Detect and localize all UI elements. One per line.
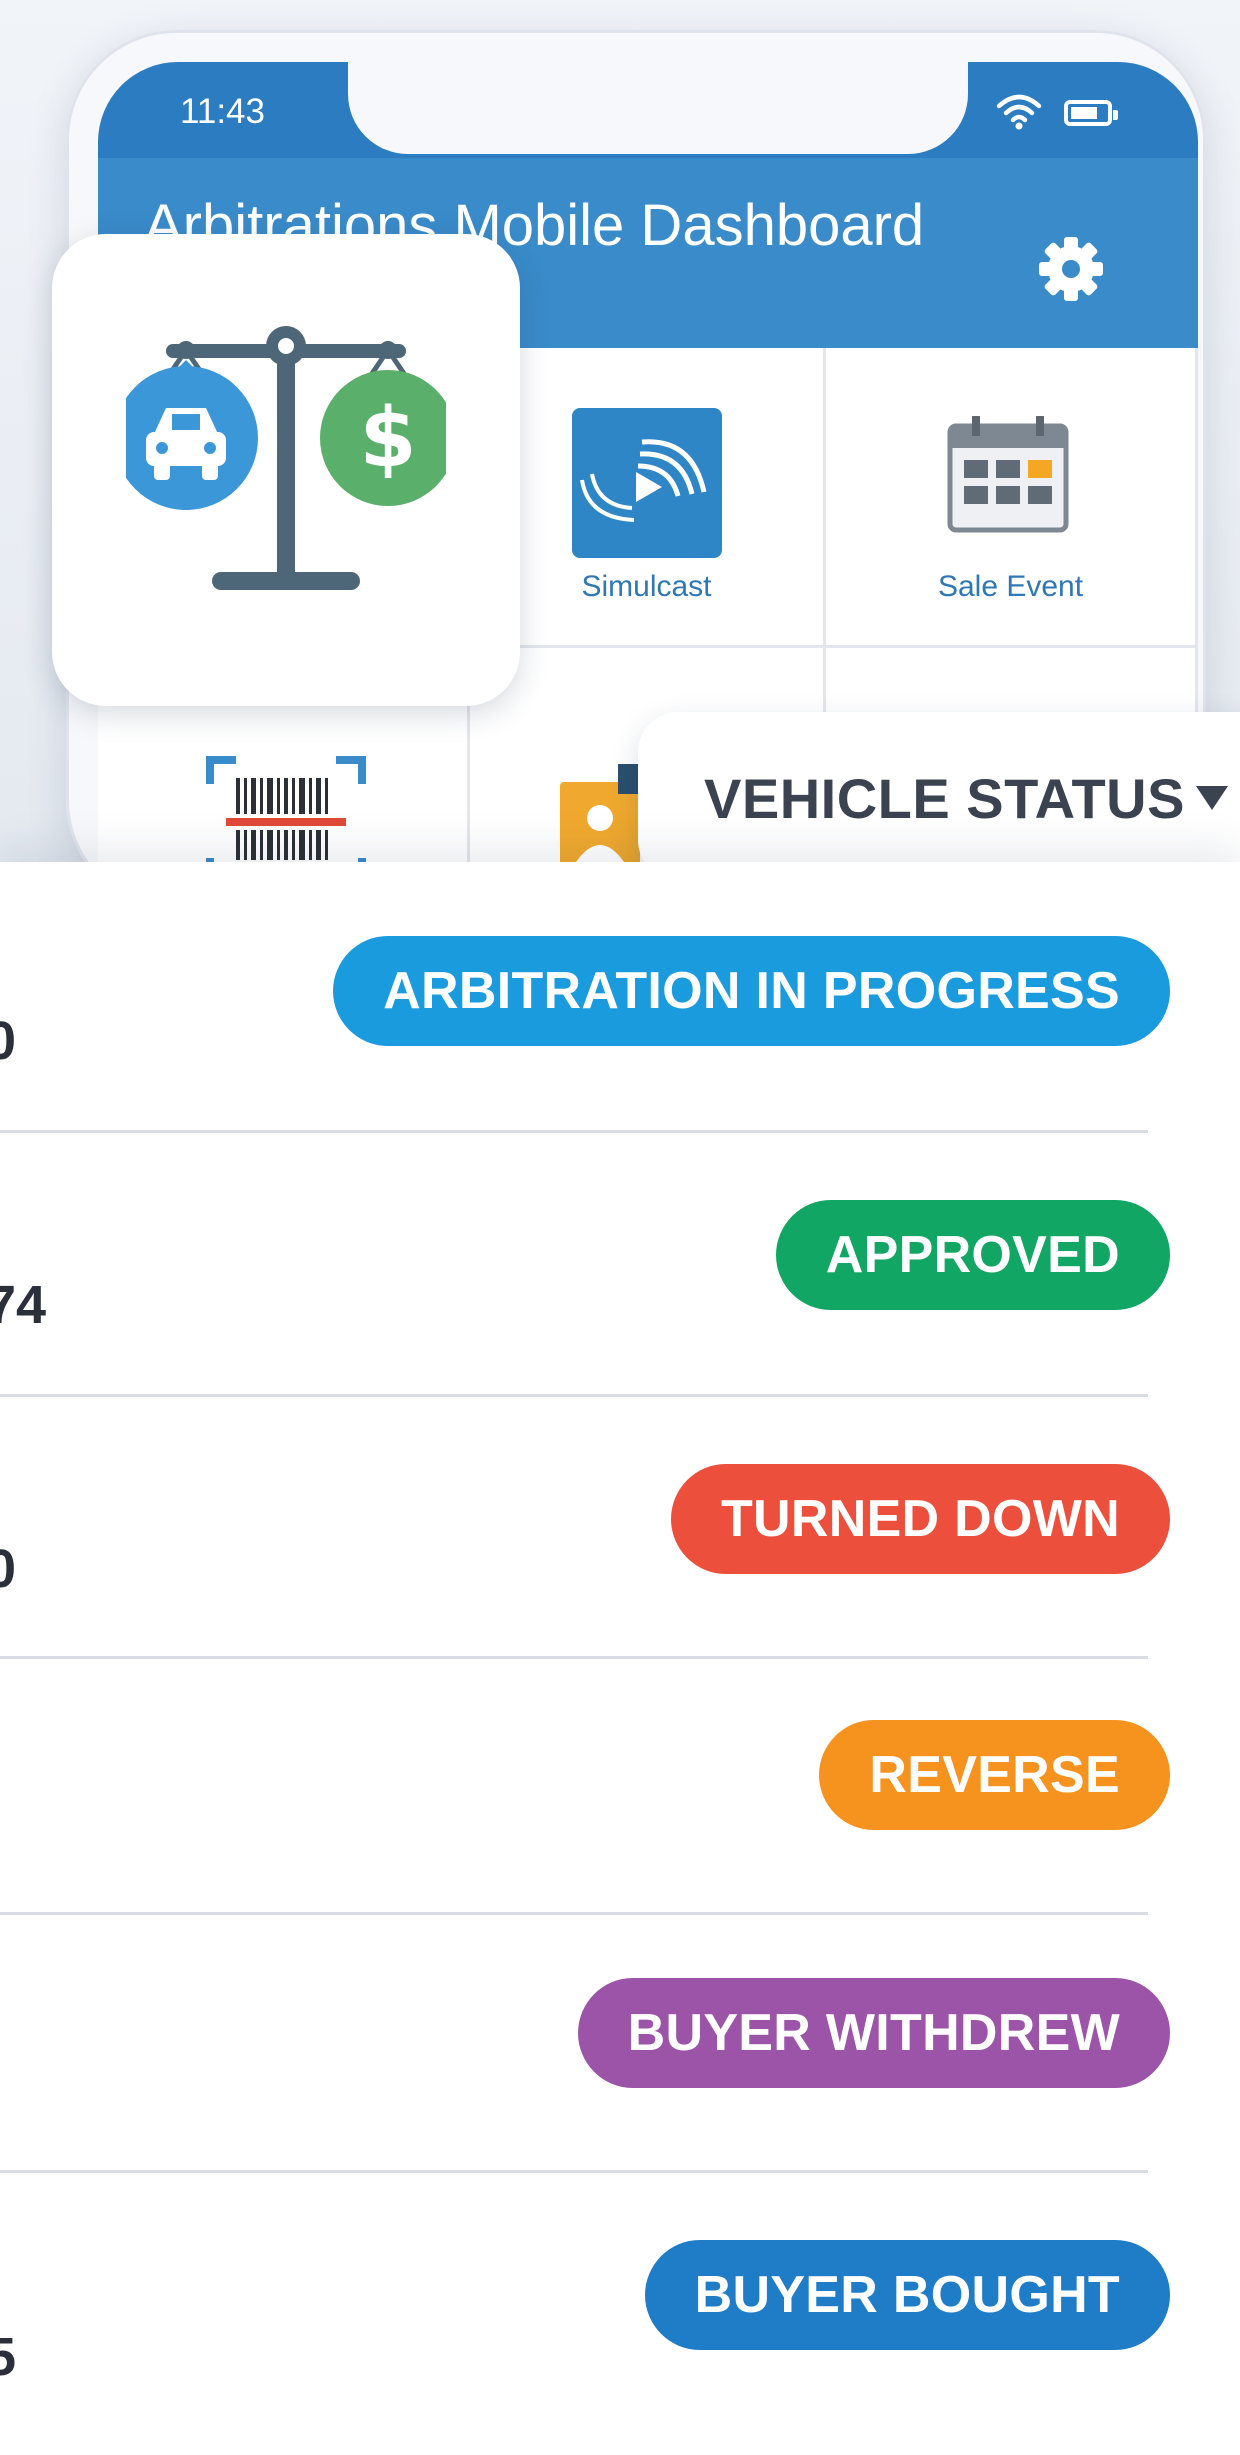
app-logo-card: $ xyxy=(52,234,520,706)
battery-icon xyxy=(1064,100,1118,126)
status-badge[interactable]: REVERSE xyxy=(819,1720,1170,1830)
grid-tile-simulcast[interactable]: Simulcast xyxy=(470,348,826,648)
tile-label: Sale Event xyxy=(937,570,1084,603)
list-item[interactable]: 74 APPROVED xyxy=(0,1126,1240,1397)
status-badge[interactable]: BUYER WITHDREW xyxy=(577,1978,1170,2088)
grid-tile-sale-event[interactable]: Sale Event xyxy=(826,348,1198,648)
row-count: 0 xyxy=(0,1011,17,1071)
caret-down-icon xyxy=(1196,786,1228,810)
status-list: 0 ARBITRATION IN PROGRESS 74 APPROVED 0 … xyxy=(0,862,1240,2455)
row-count: 74 xyxy=(0,1275,47,1335)
calendar-icon xyxy=(947,416,1069,533)
gear-icon[interactable] xyxy=(1036,234,1106,304)
list-item[interactable]: BUYER WITHDREW xyxy=(0,1912,1240,2173)
simulcast-icon xyxy=(572,408,722,558)
status-badge[interactable]: BUYER BOUGHT xyxy=(644,2240,1170,2350)
list-item[interactable]: 0 TURNED DOWN xyxy=(0,1390,1240,1659)
row-count: 5 xyxy=(0,2327,17,2387)
list-item[interactable]: 0 ARBITRATION IN PROGRESS xyxy=(0,862,1240,1133)
svg-text:$: $ xyxy=(359,391,416,486)
list-item[interactable]: 5 BUYER BOUGHT xyxy=(0,2170,1240,2455)
status-time: 11:43 xyxy=(180,92,265,131)
wifi-icon xyxy=(996,94,1042,130)
row-count: 0 xyxy=(0,1539,17,1599)
arbitration-scale-icon: $ xyxy=(126,326,446,590)
status-badge[interactable]: ARBITRATION IN PROGRESS xyxy=(333,936,1170,1046)
list-item[interactable]: REVERSE xyxy=(0,1654,1240,1915)
status-badge[interactable]: APPROVED xyxy=(775,1200,1170,1310)
status-badge[interactable]: TURNED DOWN xyxy=(670,1464,1170,1574)
notch xyxy=(348,62,968,154)
vehicle-status-label: VEHICLE STATUS xyxy=(704,767,1185,830)
vehicle-status-dropdown[interactable]: VEHICLE STATUS xyxy=(638,712,1240,880)
tile-label: Simulcast xyxy=(581,570,712,603)
